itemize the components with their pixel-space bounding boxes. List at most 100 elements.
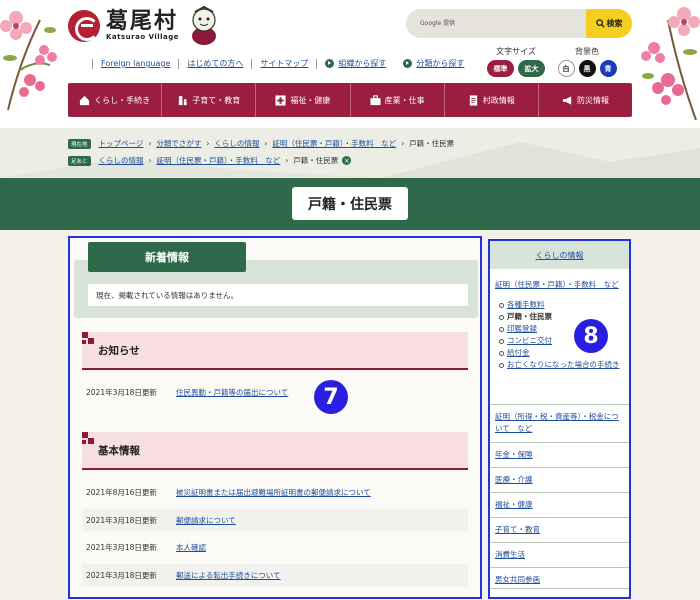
article-link[interactable]: 本人確認 — [176, 542, 206, 553]
search-button-label: 検索 — [606, 19, 623, 28]
footprint-tag: 足あと — [68, 155, 91, 166]
document-icon — [469, 94, 477, 106]
site-logo[interactable]: 葛尾村 Katsurao Village — [68, 6, 221, 46]
sidebar-heading-link[interactable]: くらしの情報 — [536, 250, 584, 261]
basic-info-heading-text: 基本情報 — [98, 444, 140, 457]
sidebar-sub-link[interactable]: お亡くなりになった場合の手続き — [507, 360, 620, 369]
article-link[interactable]: 被災証明書または届出避難場所証明書の郵便請求について — [176, 487, 371, 498]
nav-item-disaster[interactable]: 防災情報 — [539, 83, 632, 117]
notice-heading-text: お知らせ — [98, 344, 140, 357]
sidebar-sub-link[interactable]: 各種手数料 — [507, 300, 545, 309]
nav-item-label: 産業・仕事 — [384, 95, 425, 105]
nav-item-living[interactable]: くらし・手続き — [68, 83, 163, 117]
find-by-category-link[interactable]: 分類から探す — [416, 58, 464, 69]
arrow-right-icon — [325, 59, 335, 68]
find-by-organization-link[interactable]: 組織から探す — [338, 58, 386, 69]
medical-cross-icon — [275, 94, 286, 106]
sidebar-item-label[interactable]: 子育て・教育 — [495, 525, 540, 534]
sidebar-sub-item[interactable]: コンビニ交付 — [499, 335, 629, 347]
breadcrumb-link[interactable]: 分類でさがす — [156, 138, 201, 149]
current-location-tag: 現在地 — [68, 138, 91, 149]
flower-decoration-right — [641, 7, 700, 120]
page-title-band: 戸籍・住民票 — [0, 178, 700, 230]
footprint-current: 戸籍・住民票 — [293, 156, 339, 165]
sidebar-item-label[interactable]: 消費生活 — [495, 550, 525, 559]
breadcrumb-current: 戸籍・住民票 — [409, 139, 455, 148]
breadcrumb-link[interactable]: くらしの情報 — [214, 138, 259, 149]
update-date: 2021年3月18日更新 — [86, 387, 157, 397]
nav-item-welfare[interactable]: 福祉・健康 — [256, 83, 351, 117]
sidebar-sub-item[interactable]: 印鑑登録 — [499, 323, 629, 335]
sidebar-sub-list: 各種手数料 戸籍・住民票 印鑑登録 コンビニ交付 給付金 お亡くなりになった場合… — [499, 299, 629, 371]
article-link[interactable]: 郵便請求について — [176, 515, 236, 526]
divider — [92, 58, 93, 69]
nav-item-label: 村政情報 — [482, 95, 515, 105]
news-panel: 新着情報 現在、掲載されている情報はありません。 — [74, 242, 478, 318]
article-link[interactable]: 郵送による転出手続きについて — [176, 570, 281, 581]
sidebar-sub-item[interactable]: お亡くなりになった場合の手続き — [499, 359, 629, 371]
nav-item-childcare[interactable]: 子育て・教育 — [162, 83, 257, 117]
sidebar-item-label[interactable]: 男女共同参画 — [495, 575, 540, 584]
bg-white-button[interactable]: 白 — [557, 60, 575, 77]
family-icon — [179, 95, 187, 105]
notice-heading: お知らせ — [82, 332, 468, 370]
update-date: 2021年3月18日更新 — [86, 542, 157, 552]
update-date: 2021年8月16日更新 — [86, 487, 157, 497]
sidebar-item-welfare[interactable]: 福祉・健康 — [490, 492, 629, 510]
logo-subtitle: Katsurao Village — [106, 33, 180, 41]
nav-item-industry[interactable]: 産業・仕事 — [351, 83, 445, 117]
mascot-icon — [192, 6, 217, 45]
sidebar-item-pension[interactable]: 年金・保険 — [490, 442, 629, 460]
breadcrumb-link[interactable]: トップページ — [99, 138, 144, 149]
list-item: 2021年8月16日更新 被災証明書または届出避難場所証明書の郵便請求について — [82, 481, 468, 503]
first-visit-link[interactable]: はじめての方へ — [187, 58, 243, 69]
sidebar-item-tax[interactable]: 証明（所得・税・資産等）・税金について など — [490, 404, 629, 438]
news-empty-message: 現在、掲載されている情報はありません。 — [88, 284, 468, 306]
nav-item-label: 防災情報 — [576, 95, 609, 105]
sidebar-item-medical[interactable]: 医療・介護 — [490, 467, 629, 485]
footprint-link[interactable]: くらしの情報 — [99, 155, 144, 166]
sidebar-item-consumer[interactable]: 消費生活 — [490, 542, 629, 560]
breadcrumb-link[interactable]: 証明（住民票・戸籍）・手数料 など — [272, 138, 396, 149]
sidebar-item-label[interactable]: 証明（所得・税・資産等）・税金について など — [495, 412, 619, 433]
sidebar-item-label[interactable]: 福祉・健康 — [495, 500, 533, 509]
sitemap-link[interactable]: サイトマップ — [260, 58, 308, 69]
divider — [251, 58, 253, 69]
search-input[interactable] — [406, 9, 586, 38]
update-date: 2021年3月18日更新 — [86, 570, 157, 580]
search-icon — [595, 19, 605, 28]
bg-blue-button[interactable]: 青 — [599, 60, 617, 77]
nav-item-village-admin[interactable]: 村政情報 — [445, 83, 539, 117]
main-content: 新着情報 現在、掲載されている情報はありません。 お知らせ 2021年3月18日… — [68, 236, 482, 599]
sidebar-item-gender-equality[interactable]: 男女共同参画 — [490, 567, 629, 589]
sidebar-item-certificates[interactable]: 証明（住民票・戸籍）・手数料 など — [490, 279, 629, 291]
search-button[interactable]: 検索 — [586, 9, 632, 38]
logo-title: 葛尾村 — [106, 9, 179, 34]
font-size-large-button[interactable]: 拡大 — [518, 60, 545, 77]
foreign-language-link[interactable]: Foreign language — [101, 59, 170, 68]
sidebar-item-label[interactable]: 年金・保険 — [495, 450, 533, 459]
sidebar-heading: くらしの情報 — [490, 241, 629, 269]
font-size-standard-button[interactable]: 標準 — [487, 60, 514, 77]
sidebar-item-childcare[interactable]: 子育て・教育 — [490, 517, 629, 535]
sidebar-sub-item-current: 戸籍・住民票 — [499, 311, 629, 323]
sidebar-sub-link[interactable]: 給付金 — [507, 348, 530, 357]
sidebar: くらしの情報 証明（住民票・戸籍）・手数料 など 各種手数料 戸籍・住民票 印鑑… — [488, 239, 631, 599]
sidebar-sub-link[interactable]: コンビニ交付 — [507, 336, 552, 345]
sidebar-sub-item[interactable]: 給付金 — [499, 347, 629, 359]
nav-item-label: くらし・手続き — [94, 95, 151, 105]
arrow-right-icon — [403, 59, 413, 68]
sidebar-item-label[interactable]: 医療・介護 — [495, 475, 533, 484]
close-icon[interactable]: × — [342, 156, 352, 165]
footprint-link[interactable]: 証明（住民票・戸籍）・手数料 など — [157, 155, 281, 166]
sidebar-sub-label: 戸籍・住民票 — [507, 312, 552, 321]
annotation-badge: 7 — [314, 380, 348, 414]
house-icon — [79, 95, 90, 105]
sidebar-sub-link[interactable]: 印鑑登録 — [507, 324, 537, 333]
article-link[interactable]: 住民異動・戸籍等の届出について — [176, 387, 288, 398]
annotation-badge: 8 — [574, 319, 608, 353]
site-header: 葛尾村 Katsurao Village 検索 Foreign language… — [0, 0, 700, 128]
font-size-switcher: 文字サイズ 標準 拡大 — [486, 46, 546, 77]
sidebar-sub-item[interactable]: 各種手数料 — [499, 299, 629, 311]
bg-black-button[interactable]: 黒 — [578, 60, 596, 77]
